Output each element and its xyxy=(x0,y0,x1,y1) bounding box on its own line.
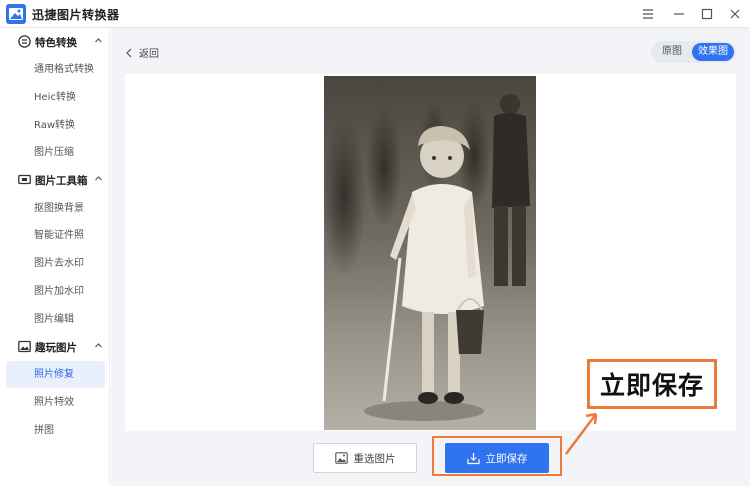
sidebar-item-photo-effects[interactable]: 照片特效 xyxy=(6,389,105,416)
chevron-up-icon xyxy=(95,176,102,181)
app-title: 迅捷图片转换器 xyxy=(32,8,120,22)
convert-icon xyxy=(18,35,31,48)
view-toggle: 原图 效果图 xyxy=(651,41,736,63)
back-label: 返回 xyxy=(139,49,159,60)
sidebar-item-heic-convert[interactable]: Heic转换 xyxy=(6,84,105,111)
sidebar-item-image-compress[interactable]: 图片压缩 xyxy=(6,139,105,166)
chevron-left-icon xyxy=(126,48,132,57)
maximize-icon[interactable] xyxy=(698,5,716,23)
annotation-callout: 立即保存 xyxy=(587,359,717,409)
reselect-image-label: 重选图片 xyxy=(353,452,396,465)
sidebar-item-raw-convert[interactable]: Raw转换 xyxy=(6,112,105,139)
toolbox-icon xyxy=(18,174,31,185)
sidebar-item-image-edit[interactable]: 图片编辑 xyxy=(6,306,105,333)
sidebar-group-label: 特色转换 xyxy=(35,37,77,49)
sidebar-group-label: 趣玩图片 xyxy=(35,342,77,354)
menu-icon[interactable] xyxy=(639,5,657,23)
close-icon[interactable] xyxy=(726,5,744,23)
sidebar-item-cutout-background[interactable]: 抠图换背景 xyxy=(6,195,105,222)
sidebar-item-format-convert[interactable]: 通用格式转换 xyxy=(6,56,105,83)
main-topbar: 返回 原图 效果图 xyxy=(111,28,750,74)
sidebar-group-label: 图片工具箱 xyxy=(35,175,88,187)
toggle-effect[interactable]: 效果图 xyxy=(692,43,734,61)
app-logo-icon xyxy=(6,4,26,24)
sidebar-item-photo-restore[interactable]: 照片修复 xyxy=(6,361,105,388)
chevron-up-icon xyxy=(95,343,102,348)
main-panel: 返回 原图 效果图 重选图片 立即保存 xyxy=(111,28,750,486)
minimize-icon[interactable] xyxy=(670,5,688,23)
sidebar-item-remove-watermark[interactable]: 图片去水印 xyxy=(6,250,105,277)
sidebar-group-fun-image[interactable]: 趣玩图片 xyxy=(0,334,110,360)
sidebar-group-feature-convert[interactable]: 特色转换 xyxy=(0,29,110,55)
fun-image-icon xyxy=(18,340,31,353)
sidebar-item-id-photo[interactable]: 智能证件照 xyxy=(6,222,105,249)
action-bar: 重选图片 立即保存 xyxy=(111,431,750,486)
title-bar: 迅捷图片转换器 xyxy=(0,0,750,28)
back-button[interactable]: 返回 xyxy=(125,45,159,60)
sidebar-item-collage[interactable]: 拼图 xyxy=(6,417,105,444)
sidebar: 特色转换 通用格式转换 Heic转换 Raw转换 图片压缩 图片工具箱 抠图换背… xyxy=(0,28,110,486)
restored-photo xyxy=(324,76,536,430)
sidebar-group-toolbox[interactable]: 图片工具箱 xyxy=(0,167,110,193)
image-icon xyxy=(334,452,348,464)
photo-image xyxy=(324,76,536,430)
toggle-original[interactable]: 原图 xyxy=(654,43,690,61)
sidebar-item-add-watermark[interactable]: 图片加水印 xyxy=(6,278,105,305)
save-button-highlight xyxy=(432,436,562,476)
reselect-image-button[interactable]: 重选图片 xyxy=(313,443,417,473)
chevron-up-icon xyxy=(95,38,102,43)
